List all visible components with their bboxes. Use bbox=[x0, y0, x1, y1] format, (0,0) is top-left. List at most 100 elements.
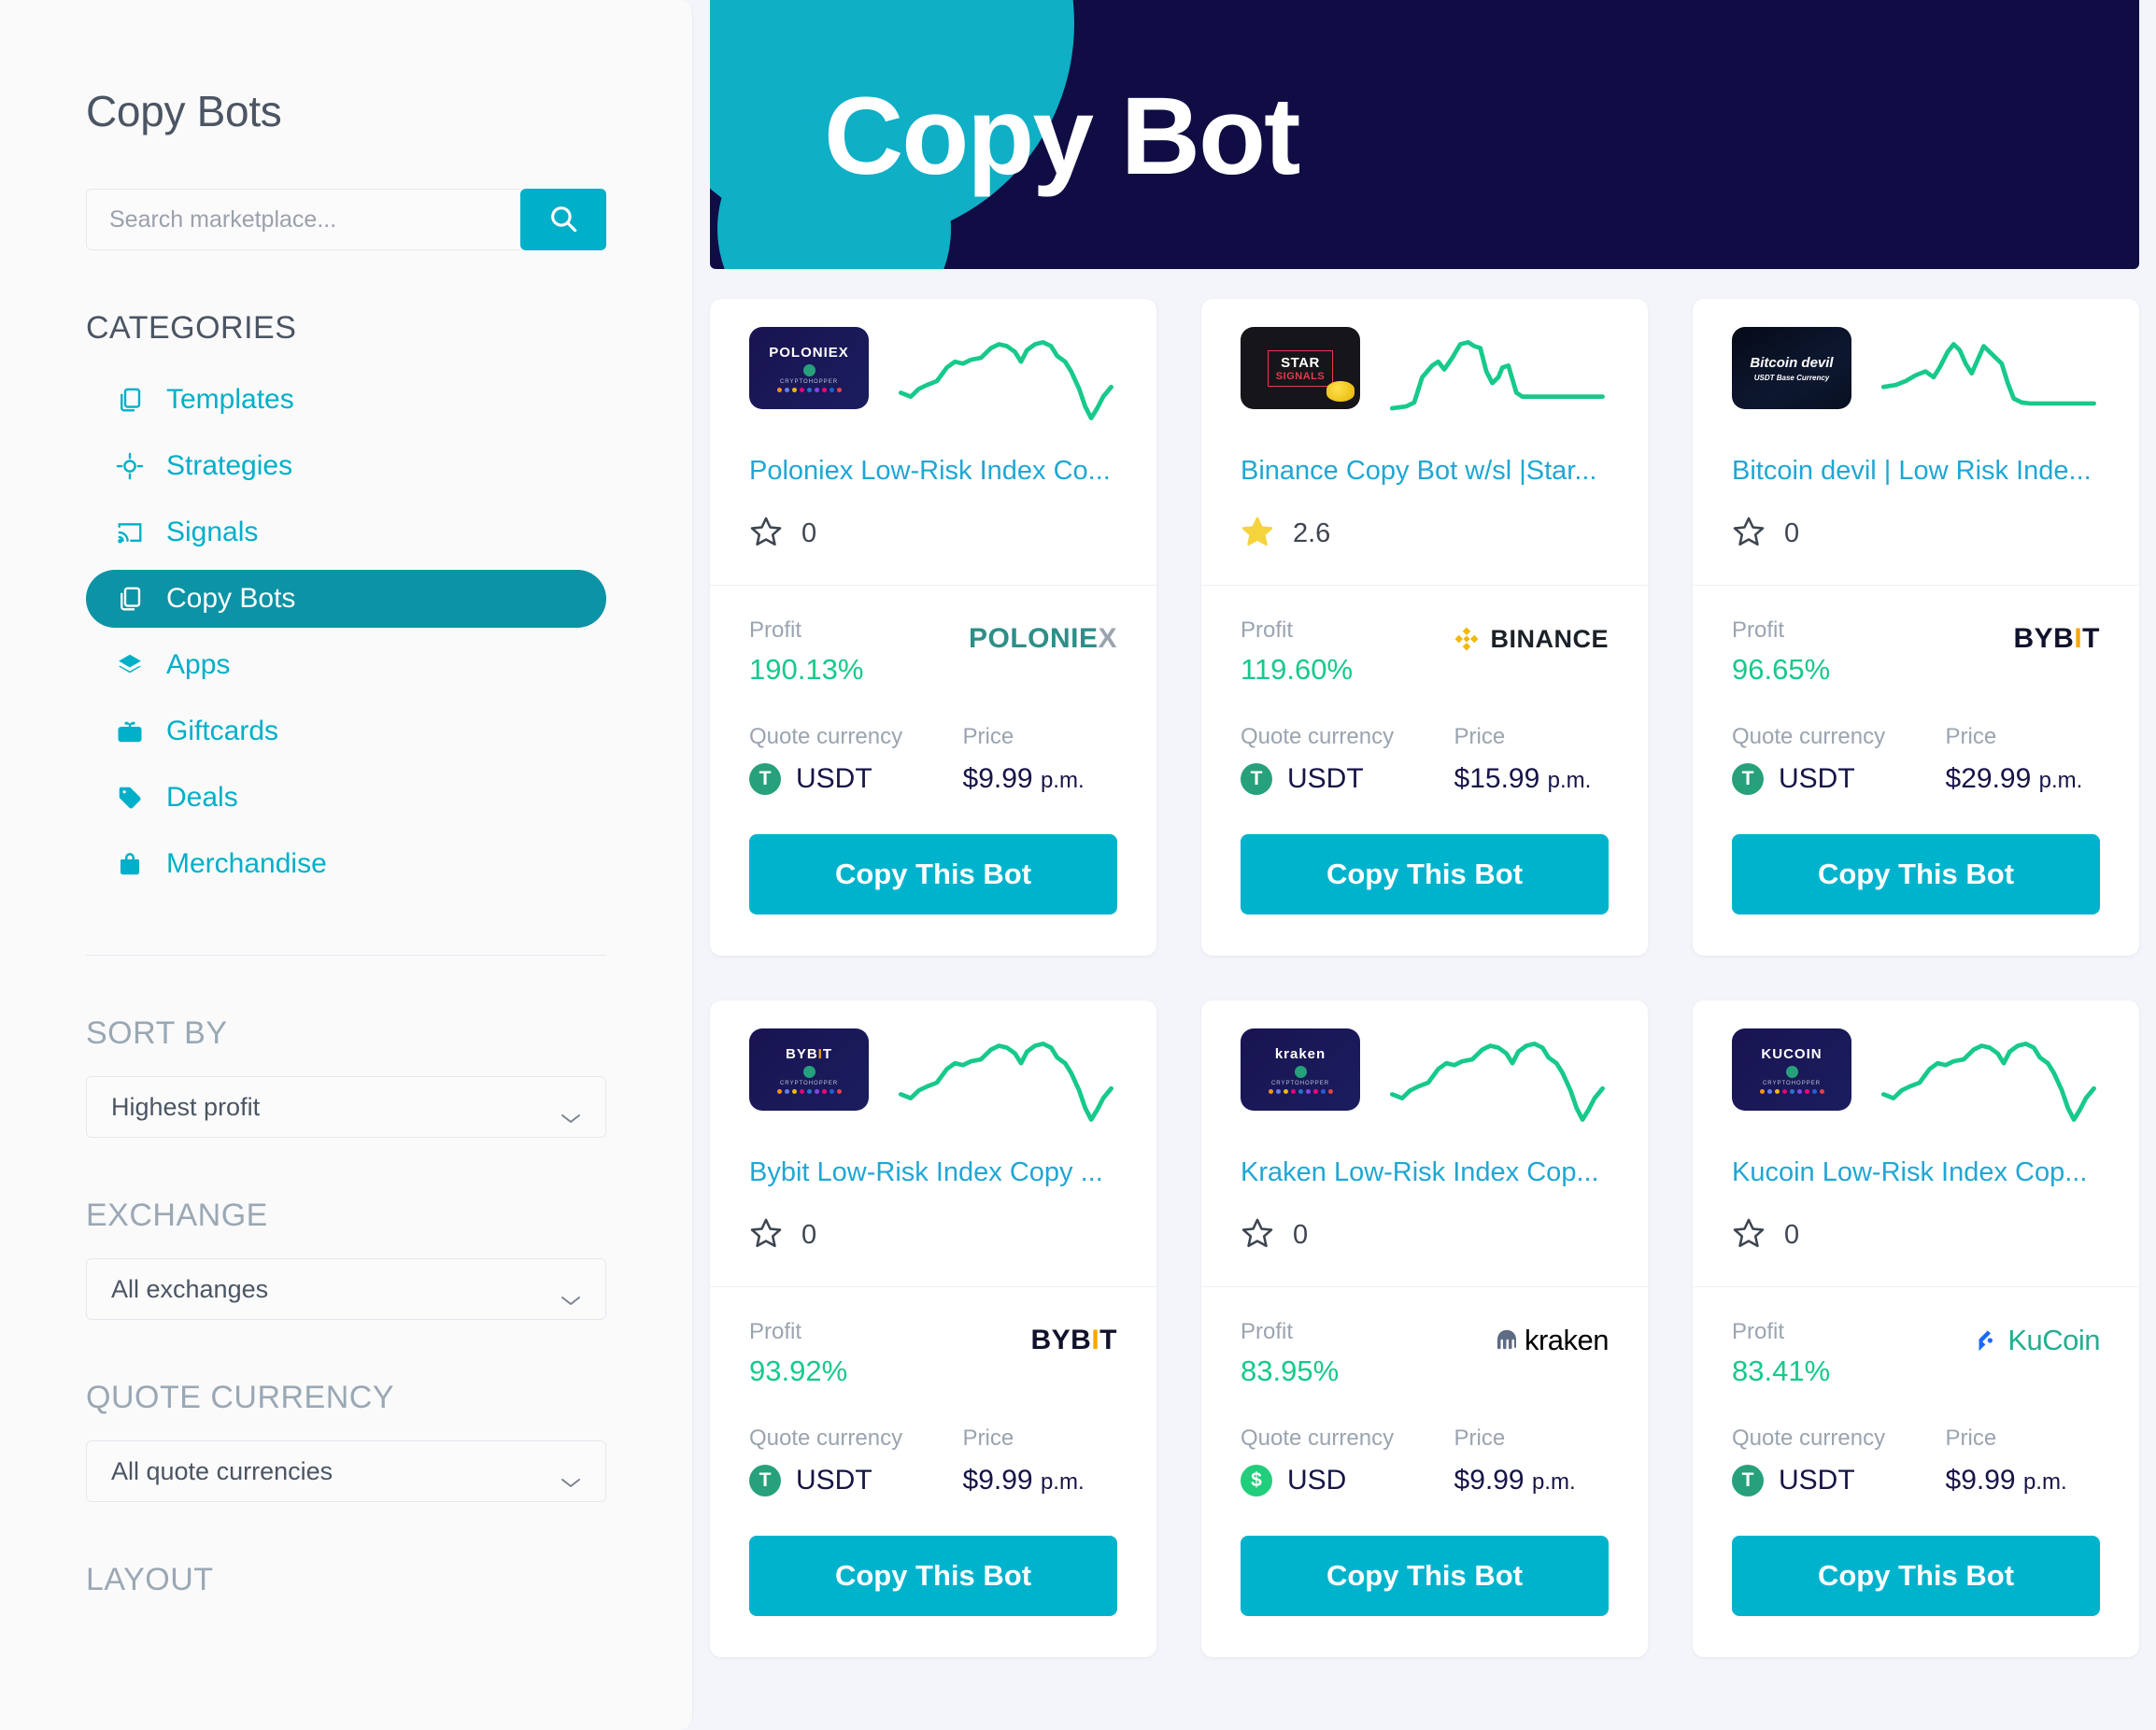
price-value: $15.99 p.m. bbox=[1454, 763, 1592, 794]
bot-card[interactable]: POLONIEX CRYPTOHOPPER Poloniex Low-Risk In… bbox=[710, 299, 1156, 956]
bot-title[interactable]: Kucoin Low-Risk Index Cop... bbox=[1732, 1157, 2100, 1188]
bot-thumbnail: POLONIEX CRYPTOHOPPER bbox=[749, 327, 869, 409]
coin-icon: T bbox=[1241, 763, 1272, 795]
quote-currency-label: Quote currency bbox=[1241, 1425, 1395, 1451]
price-label: Price bbox=[962, 1425, 1014, 1451]
star-icon bbox=[749, 1216, 783, 1255]
exchange-value: All exchanges bbox=[111, 1274, 269, 1303]
category-list: Templates Strategies Signals Copy Bots A… bbox=[86, 371, 606, 893]
layout-heading: LAYOUT bbox=[86, 1562, 214, 1597]
profit-value: 96.65% bbox=[1732, 653, 1831, 686]
rating-value: 2.6 bbox=[1293, 518, 1331, 548]
bot-card[interactable]: kraken CRYPTOHOPPER Kraken Low-Risk Index … bbox=[1201, 1000, 1648, 1657]
quote-currency-label: Quote currency bbox=[1241, 724, 1395, 749]
sidebar-item-signals[interactable]: Signals bbox=[86, 503, 606, 561]
price-value: $9.99 p.m. bbox=[1945, 1465, 2067, 1496]
card-header: STAR SIGNALS Binance Copy Bot w/sl |Star..… bbox=[1201, 299, 1648, 585]
sidebar-item-copy-bots[interactable]: Copy Bots bbox=[86, 570, 606, 628]
profit-value: 93.92% bbox=[749, 1354, 848, 1387]
cast-signal-icon bbox=[114, 517, 146, 548]
chevron-down-icon bbox=[560, 1283, 581, 1305]
coin-icon: T bbox=[1732, 763, 1764, 795]
card-header: POLONIEX CRYPTOHOPPER Poloniex Low-Risk In… bbox=[710, 299, 1156, 585]
sidebar-item-merchandise[interactable]: Merchandise bbox=[86, 835, 606, 893]
sidebar-item-strategies[interactable]: Strategies bbox=[86, 437, 606, 495]
bot-title[interactable]: Bitcoin devil | Low Risk Inde... bbox=[1732, 456, 2100, 487]
card-body: Profit 83.95% kraken Quote currency $ USD Pric… bbox=[1201, 1287, 1648, 1657]
card-body: Profit 83.41% KuCoin Quote currency T USDT Pri… bbox=[1693, 1287, 2139, 1657]
profit-label: Profit bbox=[749, 617, 802, 643]
price-period: p.m. bbox=[1040, 768, 1085, 793]
bot-thumbnail: KUCOIN CRYPTOHOPPER bbox=[1732, 1028, 1851, 1111]
bot-card[interactable]: Bitcoin devil USDT Base Currency Bitcoin d… bbox=[1693, 299, 2139, 956]
copy-this-bot-button[interactable]: Copy This Bot bbox=[749, 834, 1117, 915]
star-icon bbox=[1241, 515, 1274, 553]
rating: 0 bbox=[749, 515, 1117, 553]
search-icon bbox=[547, 203, 579, 237]
bot-card[interactable]: STAR SIGNALS Binance Copy Bot w/sl |Star..… bbox=[1201, 299, 1648, 956]
card-body: Profit 93.92% BYBIT Quote currency T USDT Pric… bbox=[710, 1287, 1156, 1657]
profit-label: Profit bbox=[1732, 1319, 1785, 1344]
main-content: Copy Bot POLONIEX CRYPTOHOPPER Poloniex Lo… bbox=[693, 0, 2156, 1730]
price-period: p.m. bbox=[1531, 1469, 1576, 1495]
copy-this-bot-button[interactable]: Copy This Bot bbox=[749, 1536, 1117, 1616]
profit-value: 190.13% bbox=[749, 653, 864, 686]
rating-value: 0 bbox=[1784, 518, 1800, 548]
bot-card[interactable]: KUCOIN CRYPTOHOPPER Kucoin Low-Risk Index … bbox=[1693, 1000, 2139, 1657]
bot-card[interactable]: BYBIT CRYPTOHOPPER Bybit Low-Risk Index Co… bbox=[710, 1000, 1156, 1657]
exchange-logo: POLONIEX bbox=[968, 623, 1117, 654]
rating-value: 0 bbox=[801, 518, 817, 548]
copy-this-bot-button[interactable]: Copy This Bot bbox=[1241, 834, 1609, 915]
layers-icon bbox=[114, 649, 146, 681]
copy-this-bot-button[interactable]: Copy This Bot bbox=[1732, 834, 2100, 915]
sort-by-value: Highest profit bbox=[111, 1092, 261, 1121]
sidebar-item-templates[interactable]: Templates bbox=[86, 371, 606, 429]
star-icon bbox=[749, 515, 783, 553]
exchange-logo: BINANCE bbox=[1453, 617, 1609, 660]
quote-currency-value: USDT bbox=[796, 1465, 872, 1496]
exchange-select[interactable]: All exchanges bbox=[86, 1258, 606, 1320]
price-value: $9.99 p.m. bbox=[962, 763, 1085, 794]
bot-title[interactable]: Kraken Low-Risk Index Cop... bbox=[1241, 1157, 1609, 1188]
price-value: $29.99 p.m. bbox=[1945, 763, 2083, 794]
page-title: Copy Bots bbox=[86, 87, 282, 135]
quote-currency-heading: QUOTE CURRENCY bbox=[86, 1380, 395, 1415]
copy-this-bot-button[interactable]: Copy This Bot bbox=[1732, 1536, 2100, 1616]
price-label: Price bbox=[1945, 724, 1997, 749]
sidebar-item-label: Copy Bots bbox=[166, 583, 296, 614]
sort-by-select[interactable]: Highest profit bbox=[86, 1076, 606, 1138]
price-label: Price bbox=[1945, 1425, 1997, 1451]
rating-value: 0 bbox=[801, 1220, 817, 1250]
sidebar-item-apps[interactable]: Apps bbox=[86, 636, 606, 694]
quote-currency-value: USD bbox=[1287, 1465, 1347, 1496]
exchange-logo: BYBIT bbox=[1030, 1325, 1117, 1355]
copy-this-bot-button[interactable]: Copy This Bot bbox=[1241, 1536, 1609, 1616]
profit-sparkline-chart bbox=[1388, 1028, 1609, 1131]
rating: 2.6 bbox=[1241, 515, 1609, 553]
sidebar-item-label: Apps bbox=[166, 649, 231, 680]
bot-title[interactable]: Poloniex Low-Risk Index Co... bbox=[749, 456, 1117, 487]
sidebar-item-giftcards[interactable]: Giftcards bbox=[86, 702, 606, 760]
quote-currency-label: Quote currency bbox=[1732, 724, 1886, 749]
bot-thumbnail: kraken CRYPTOHOPPER bbox=[1241, 1028, 1360, 1111]
search-bar bbox=[86, 189, 606, 250]
sidebar-item-deals[interactable]: Deals bbox=[86, 769, 606, 827]
rating-value: 0 bbox=[1784, 1220, 1800, 1250]
coin-icon: $ bbox=[1241, 1465, 1272, 1496]
quote-currency-select[interactable]: All quote currencies bbox=[86, 1440, 606, 1502]
price-label: Price bbox=[1454, 1425, 1506, 1451]
rating: 0 bbox=[1732, 1216, 2100, 1255]
search-input[interactable] bbox=[86, 189, 520, 250]
quote-currency-label: Quote currency bbox=[1732, 1425, 1886, 1451]
banner-title: Copy Bot bbox=[824, 75, 1300, 198]
card-header: KUCOIN CRYPTOHOPPER Kucoin Low-Risk Index … bbox=[1693, 1000, 2139, 1286]
bot-thumbnail: Bitcoin devil USDT Base Currency bbox=[1732, 327, 1851, 409]
profit-label: Profit bbox=[1241, 1319, 1294, 1344]
sidebar-item-label: Signals bbox=[166, 517, 259, 547]
exchange-logo: BYBIT bbox=[2013, 623, 2100, 654]
search-button[interactable] bbox=[520, 189, 606, 250]
quote-currency-label: Quote currency bbox=[749, 1425, 903, 1451]
bot-title[interactable]: Binance Copy Bot w/sl |Star... bbox=[1241, 456, 1609, 487]
marketplace-page: Copy Bots CATEGORIES Templates bbox=[0, 0, 2156, 1730]
bot-title[interactable]: Bybit Low-Risk Index Copy ... bbox=[749, 1157, 1117, 1188]
